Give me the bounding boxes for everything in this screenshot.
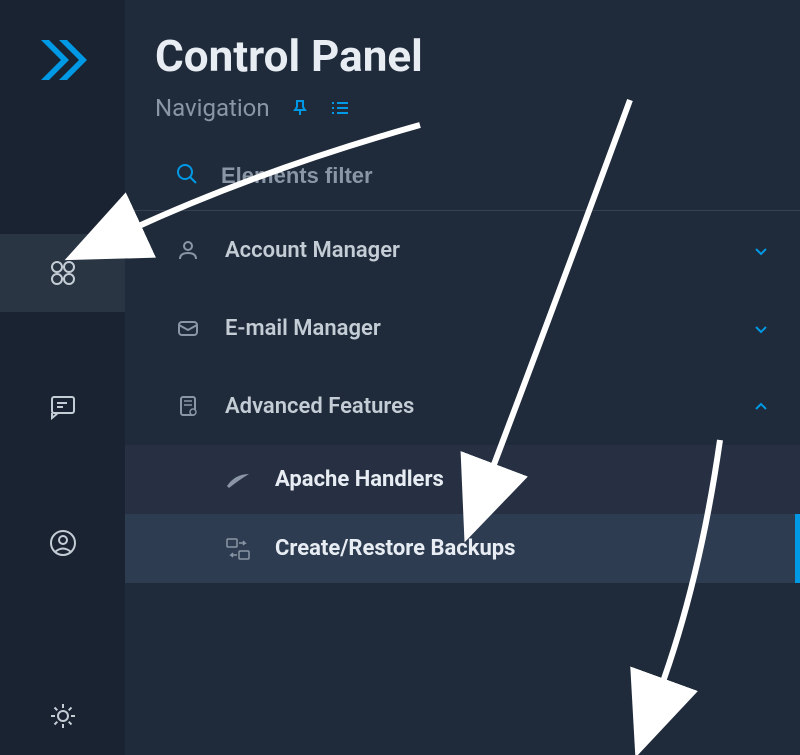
document-gear-icon	[175, 393, 201, 419]
user-circle-icon	[48, 528, 78, 558]
subtitle-label: Navigation	[155, 94, 270, 122]
sub-create-restore-backups[interactable]: Create/Restore Backups	[125, 514, 800, 583]
app-logo-icon	[33, 30, 93, 94]
search-row	[125, 142, 800, 211]
pin-icon[interactable]	[290, 98, 310, 118]
sub-apache-handlers[interactable]: Apache Handlers	[125, 445, 800, 514]
sub-item-label: Apache Handlers	[275, 467, 444, 492]
backup-icon	[225, 539, 251, 559]
search-input[interactable]	[221, 163, 770, 189]
menu-advanced-features[interactable]: Advanced Features	[125, 367, 800, 445]
rail-dashboard[interactable]	[0, 234, 125, 312]
menu-email-manager[interactable]: E-mail Manager	[125, 289, 800, 367]
chevron-down-icon	[752, 241, 770, 259]
chevron-up-icon	[752, 397, 770, 415]
chevron-down-icon	[752, 319, 770, 337]
feather-icon	[225, 470, 251, 490]
main-panel: Control Panel Navigation Account Manage	[125, 0, 800, 755]
menu-label: E-mail Manager	[225, 316, 381, 341]
mail-icon	[175, 315, 201, 341]
list-icon[interactable]	[330, 98, 350, 118]
panel-title: Control Panel	[155, 30, 770, 82]
menu-label: Advanced Features	[225, 394, 414, 419]
gear-icon	[48, 701, 78, 731]
rail-settings[interactable]	[0, 677, 125, 755]
chat-icon	[48, 391, 78, 421]
icon-rail	[0, 0, 125, 755]
panel-subtitle-row: Navigation	[155, 94, 770, 122]
menu-account-manager[interactable]: Account Manager	[125, 211, 800, 289]
rail-profile[interactable]	[0, 505, 125, 583]
search-icon	[175, 162, 199, 190]
sub-item-label: Create/Restore Backups	[275, 536, 515, 561]
rail-messages[interactable]	[0, 367, 125, 445]
user-icon	[175, 237, 201, 263]
menu-label: Account Manager	[225, 238, 400, 263]
grid-icon	[48, 258, 78, 288]
